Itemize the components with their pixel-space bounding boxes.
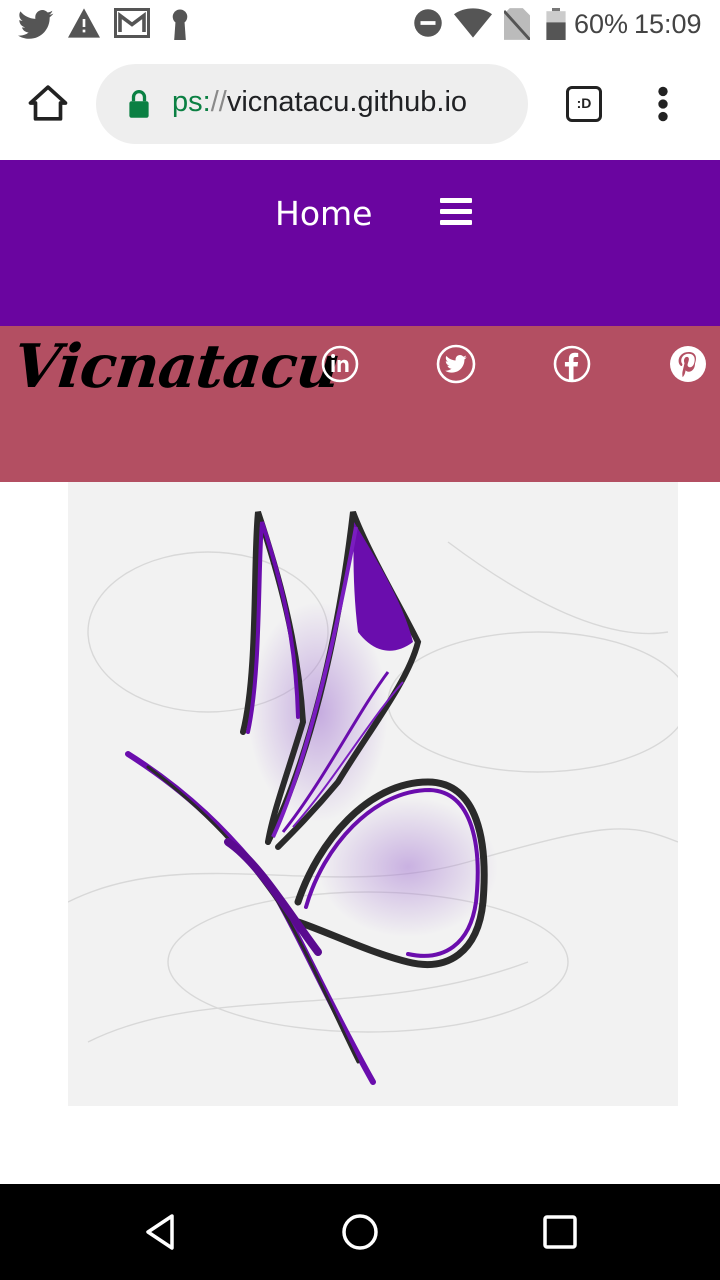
nav-home-link[interactable]: Home [275, 194, 372, 233]
gmail-icon [114, 8, 150, 38]
url-text: ps://vicnatacu.github.io [172, 86, 467, 119]
facebook-icon[interactable] [552, 344, 592, 384]
pinterest-icon[interactable] [668, 344, 708, 384]
url-host: vicnatacu.github.io [226, 86, 468, 118]
url-scheme: ps: [172, 86, 211, 118]
home-icon[interactable] [28, 84, 68, 122]
menu-hamburger-icon[interactable] [440, 198, 472, 226]
wifi-icon [454, 8, 492, 38]
clock: 15:09 [634, 9, 702, 39]
keyhole-icon [172, 9, 188, 40]
hero-butterfly-image [68, 482, 678, 1106]
tab-switcher-button[interactable]: :D [566, 86, 602, 122]
battery-icon [546, 8, 566, 40]
site-header: Vicnatacu [0, 326, 720, 482]
status-bar: 60% 15:09 [0, 0, 720, 50]
tab-switcher-label: :D [576, 95, 592, 111]
twitter-notification-icon [18, 10, 54, 39]
linkedin-icon[interactable] [320, 344, 360, 384]
address-bar[interactable]: ps://vicnatacu.github.io [96, 64, 528, 144]
more-menu-icon[interactable] [656, 86, 670, 122]
back-icon[interactable] [140, 1212, 180, 1252]
browser-toolbar: ps://vicnatacu.github.io :D [0, 50, 720, 160]
site-nav-bar: Home [0, 160, 720, 326]
recents-icon[interactable] [540, 1212, 580, 1252]
twitter-icon[interactable] [436, 344, 476, 384]
do-not-disturb-icon [414, 9, 442, 37]
url-separator: // [210, 86, 227, 118]
lock-icon [129, 90, 149, 118]
site-logo[interactable]: Vicnatacu [10, 332, 342, 402]
battery-percentage: 60% [574, 9, 629, 39]
butterfly-illustration [68, 510, 678, 1085]
android-navigation-bar [0, 1184, 720, 1280]
home-circle-icon[interactable] [340, 1212, 380, 1252]
no-sim-icon [504, 8, 530, 40]
warning-icon [68, 8, 100, 38]
